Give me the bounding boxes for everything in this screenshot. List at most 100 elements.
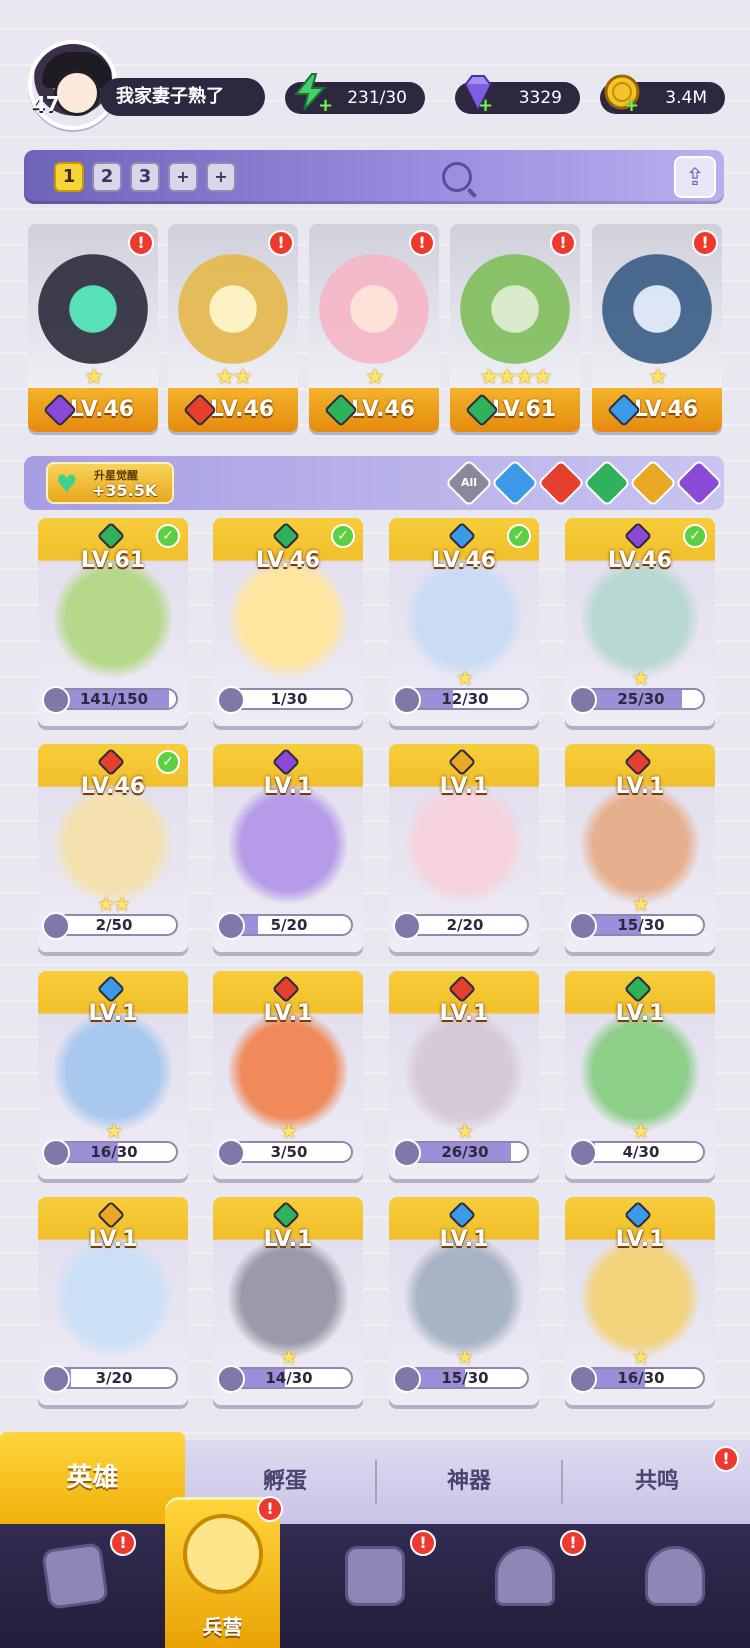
shard-count: 5/20	[270, 916, 308, 934]
star-awaken-button[interactable]: ♥ 升星觉醒 +35.5K	[46, 462, 174, 504]
tab-divider	[561, 1460, 563, 1504]
water-element-icon	[447, 521, 477, 551]
lineup-card[interactable]: ★★★★ LV.61 !	[450, 224, 580, 432]
hero-level: LV.1	[439, 1227, 489, 1252]
hero-card[interactable]: LV.61 ✓ 141/150	[38, 518, 188, 726]
team-slot-2[interactable]: 2	[92, 162, 122, 192]
hero-level: LV.1	[439, 774, 489, 799]
lineup-card[interactable]: ★ LV.46 !	[28, 224, 158, 432]
shard-count: 4/30	[622, 1143, 660, 1161]
alert-icon: !	[560, 1530, 586, 1556]
check-icon: ✓	[683, 524, 707, 548]
hero-level: LV.1	[263, 774, 313, 799]
search-icon[interactable]	[442, 162, 472, 192]
bottom-nav: ! ! !	[0, 1524, 750, 1648]
shard-icon	[393, 912, 421, 940]
hero-card[interactable]: LV.1 ★ 3/50	[213, 971, 363, 1179]
hero-level: LV.1	[88, 1001, 138, 1026]
hero-portrait	[228, 1237, 348, 1357]
tab-artifacts[interactable]: 神器	[378, 1440, 560, 1524]
hero-level: LV.1	[615, 774, 665, 799]
tab-heroes[interactable]: 英雄	[0, 1432, 185, 1524]
fire-element-icon	[271, 974, 301, 1004]
nav-barracks-label: 兵营	[202, 1615, 243, 1639]
hero-card[interactable]: LV.1 3/20	[38, 1197, 188, 1405]
hero-card[interactable]: LV.46 ✓ ★★ 2/50	[38, 744, 188, 952]
lineup-card[interactable]: ★★ LV.46 !	[168, 224, 298, 432]
shard-icon	[393, 1365, 421, 1393]
shard-count: 16/30	[90, 1143, 138, 1161]
shard-icon	[42, 1139, 70, 1167]
lineup-card[interactable]: ★ LV.46 !	[592, 224, 722, 432]
hero-portrait	[228, 558, 348, 678]
filter-water-icon[interactable]	[490, 458, 540, 508]
hero-card[interactable]: LV.46 ✓ ★ 25/30	[565, 518, 715, 726]
filter-dark-icon[interactable]	[674, 458, 724, 508]
guild-icon	[645, 1546, 705, 1606]
hero-portrait	[580, 784, 700, 904]
shard-icon	[42, 912, 70, 940]
shard-count: 141/150	[79, 690, 149, 708]
light-element-icon	[96, 1200, 126, 1230]
nav-guild[interactable]	[630, 1538, 720, 1634]
filter-light-icon[interactable]	[628, 458, 678, 508]
shard-count: 3/50	[270, 1143, 308, 1161]
add-gold-icon[interactable]: +	[624, 97, 640, 115]
hero-level: LV.1	[263, 1001, 313, 1026]
add-gems-icon[interactable]: +	[478, 97, 494, 115]
share-icon[interactable]: ⇪	[674, 156, 716, 198]
team-slot-1[interactable]: 1	[54, 162, 84, 192]
hero-portrait	[319, 254, 429, 364]
player-name[interactable]: 我家妻子熟了	[100, 78, 265, 116]
hero-level: LV.1	[615, 1001, 665, 1026]
hero-card[interactable]: LV.1 ★ 14/30	[213, 1197, 363, 1405]
hero-portrait	[53, 558, 173, 678]
hero-card[interactable]: LV.46 ✓ ★ 12/30	[389, 518, 539, 726]
alert-icon: !	[128, 230, 154, 256]
water-element-icon	[96, 974, 126, 1004]
nav-cards[interactable]: !	[30, 1530, 136, 1634]
barracks-icon	[183, 1514, 263, 1594]
hero-portrait	[580, 1011, 700, 1131]
hero-card[interactable]: LV.1 ★ 16/30	[565, 1197, 715, 1405]
add-team-slot-button[interactable]: +	[168, 162, 198, 192]
alert-icon: !	[550, 230, 576, 256]
shard-count: 3/20	[95, 1369, 133, 1387]
add-team-slot-button-2[interactable]: +	[206, 162, 236, 192]
hero-card[interactable]: LV.1 ★ 4/30	[565, 971, 715, 1179]
filter-all-button[interactable]: All	[444, 458, 494, 508]
nav-barracks[interactable]: 兵营 !	[165, 1496, 283, 1648]
shard-count: 14/30	[265, 1369, 313, 1387]
lineup-card[interactable]: ★ LV.46 !	[309, 224, 439, 432]
hero-stars: ★★★★	[479, 365, 553, 390]
hero-card[interactable]: LV.1 5/20	[213, 744, 363, 952]
hero-card[interactable]: LV.1 ★ 16/30	[38, 971, 188, 1179]
hero-card[interactable]: LV.1 2/20	[389, 744, 539, 952]
nav-map[interactable]: !	[330, 1530, 436, 1634]
shard-count: 2/20	[446, 916, 484, 934]
fire-element-icon	[96, 747, 126, 777]
hero-portrait	[580, 1237, 700, 1357]
shard-icon	[569, 686, 597, 714]
filter-wind-icon[interactable]	[582, 458, 632, 508]
shard-icon	[217, 1139, 245, 1167]
wind-element-icon	[96, 521, 126, 551]
hero-card[interactable]: LV.1 ★ 15/30	[565, 744, 715, 952]
hero-card[interactable]: LV.1 ★ 26/30	[389, 971, 539, 1179]
hero-level: LV.1	[615, 1227, 665, 1252]
hero-card[interactable]: LV.46 ✓ 1/30	[213, 518, 363, 726]
add-energy-icon[interactable]: +	[318, 97, 334, 115]
heart-icon: ♥	[56, 470, 78, 498]
hero-level: LV.1	[263, 1227, 313, 1252]
hero-card[interactable]: LV.1 ★ 15/30	[389, 1197, 539, 1405]
filter-fire-icon[interactable]	[536, 458, 586, 508]
hero-stars: ★	[365, 365, 385, 390]
shard-count: 1/30	[270, 690, 308, 708]
nav-shop[interactable]: !	[480, 1530, 586, 1634]
alert-icon: !	[692, 230, 718, 256]
hero-level: LV.46	[255, 548, 321, 573]
hero-portrait	[602, 254, 712, 364]
fire-element-icon	[623, 747, 653, 777]
map-icon	[345, 1546, 405, 1606]
team-slot-3[interactable]: 3	[130, 162, 160, 192]
